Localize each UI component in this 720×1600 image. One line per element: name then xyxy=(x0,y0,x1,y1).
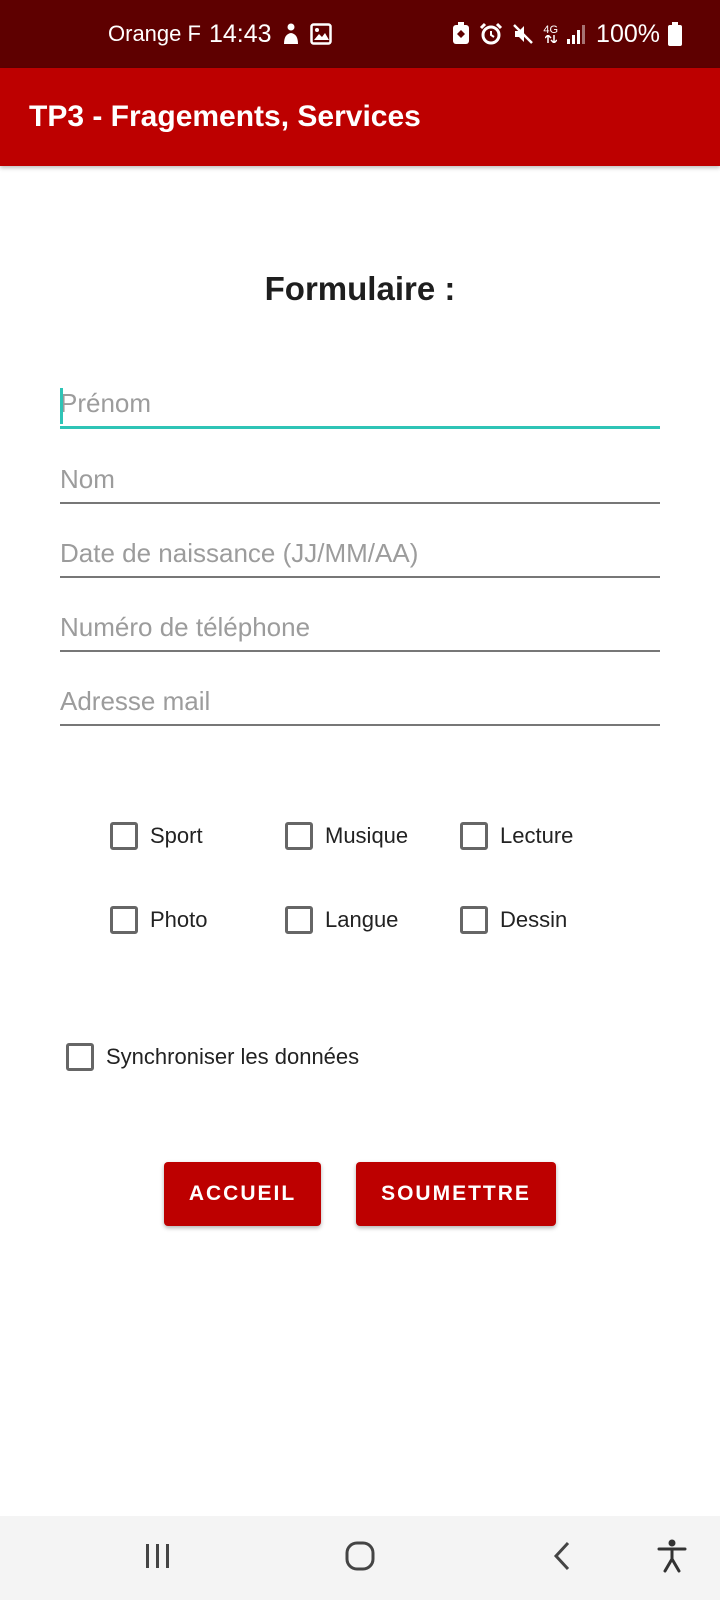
last-name-field[interactable] xyxy=(60,456,660,504)
home-icon xyxy=(344,1540,376,1577)
checkbox-photo[interactable]: Photo xyxy=(110,906,208,934)
checkbox-musique[interactable]: Musique xyxy=(285,822,408,850)
checkbox-box[interactable] xyxy=(460,906,488,934)
checkbox-box[interactable] xyxy=(110,822,138,850)
checkbox-lecture[interactable]: Lecture xyxy=(460,822,573,850)
text-cursor xyxy=(60,388,63,424)
recycle-icon xyxy=(451,22,471,46)
navigation-bar xyxy=(0,1516,720,1600)
checkbox-box[interactable] xyxy=(285,906,313,934)
back-icon xyxy=(551,1540,573,1577)
checkbox-label: Lecture xyxy=(500,823,574,848)
network-type-label: 4G xyxy=(543,24,559,36)
carrier-label: Orange F xyxy=(108,21,201,46)
checkbox-label: Sport xyxy=(150,823,203,848)
app-title: TP3 - Fragements, Services xyxy=(29,100,421,133)
submit-button[interactable]: SOUMETTRE xyxy=(356,1162,556,1226)
signal-icon xyxy=(566,23,588,45)
network-type-icon: 4G xyxy=(543,25,558,43)
gesture-icon xyxy=(280,22,302,46)
alarm-icon xyxy=(479,22,503,46)
clock: 14:43 xyxy=(208,19,272,48)
status-bar: Orange F 14:43 4G 100% xyxy=(0,0,720,68)
checkbox-label: Langue xyxy=(325,907,399,932)
birthdate-field[interactable] xyxy=(60,530,660,578)
phone-field[interactable] xyxy=(60,604,660,652)
image-icon xyxy=(309,23,332,45)
battery-percent: 100% xyxy=(596,19,660,48)
checkbox-label: Synchroniser les données xyxy=(106,1044,360,1069)
app-bar: TP3 - Fragements, Services xyxy=(0,68,720,166)
checkbox-label: Musique xyxy=(325,823,409,848)
recents-button[interactable] xyxy=(118,1516,198,1600)
checkbox-box[interactable] xyxy=(460,822,488,850)
checkbox-label: Photo xyxy=(150,907,208,932)
email-field[interactable] xyxy=(60,678,660,726)
accessibility-button[interactable] xyxy=(632,1516,712,1600)
battery-icon xyxy=(668,22,682,46)
checkbox-box[interactable] xyxy=(66,1043,94,1071)
accessibility-icon xyxy=(657,1539,687,1578)
home-button[interactable]: ACCUEIL xyxy=(164,1162,321,1226)
checkbox-box[interactable] xyxy=(110,906,138,934)
first-name-field[interactable] xyxy=(60,380,660,429)
checkbox-dessin[interactable]: Dessin xyxy=(460,906,567,934)
form-title: Formulaire : xyxy=(264,270,456,307)
checkbox-sync[interactable]: Synchroniser les données xyxy=(66,1043,359,1071)
checkbox-sport[interactable]: Sport xyxy=(110,822,203,850)
mute-icon xyxy=(511,22,535,46)
checkbox-label: Dessin xyxy=(500,907,568,932)
recents-icon xyxy=(143,1542,173,1575)
checkbox-langue[interactable]: Langue xyxy=(285,906,398,934)
checkbox-box[interactable] xyxy=(285,822,313,850)
back-button[interactable] xyxy=(522,1516,602,1600)
home-nav-button[interactable] xyxy=(320,1516,400,1600)
